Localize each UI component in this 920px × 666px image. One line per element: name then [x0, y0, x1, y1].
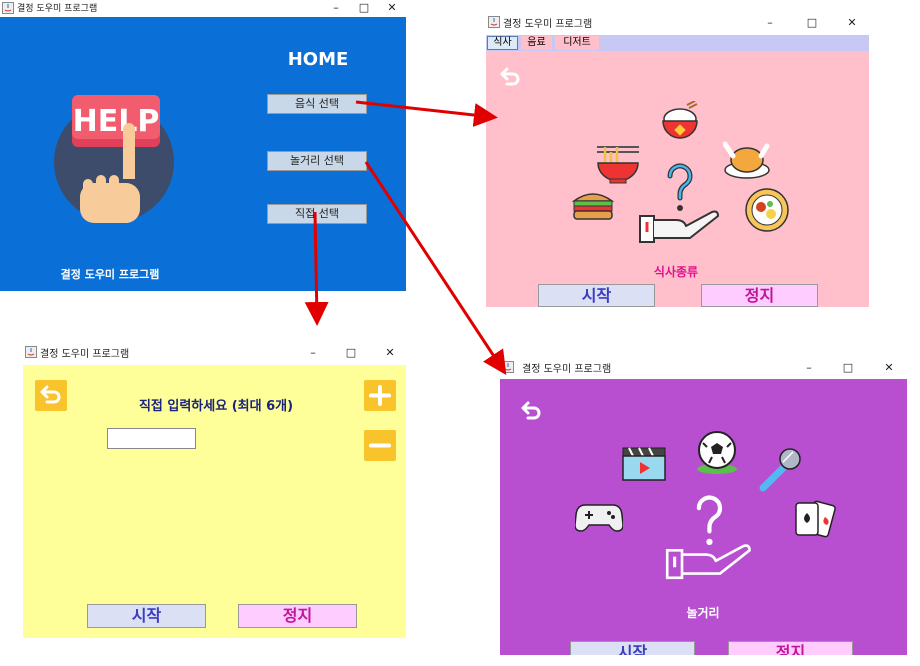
maximize-button[interactable]: □	[834, 360, 862, 377]
custom-window: 결정 도우미 프로그램 – □ ✕ 직접 입력하세요 (최대 6개) 시작 정지	[23, 342, 406, 638]
play-result-label: 놀거리	[686, 606, 720, 620]
window-title: 결정 도우미 프로그램	[503, 19, 593, 30]
sandwich-icon	[571, 193, 615, 220]
home-footer-label: 결정 도우미 프로그램	[60, 268, 160, 281]
maximize-button[interactable]: □	[337, 345, 365, 362]
custom-prompt: 직접 입력하세요 (최대 6개)	[138, 399, 294, 414]
roast-chicken-icon	[723, 141, 770, 179]
noodle-bowl-icon	[597, 146, 639, 184]
minimize-button[interactable]: –	[299, 345, 327, 362]
custom-titlebar: 결정 도우미 프로그램 – □ ✕	[23, 342, 406, 365]
game-controller-icon	[575, 504, 623, 532]
food-start-button[interactable]: 시작	[538, 284, 655, 307]
maximize-button[interactable]: □	[798, 15, 826, 32]
food-result-label: 식사종류	[653, 265, 699, 279]
food-panel: 식사종류 시작 정지	[486, 51, 869, 307]
soccer-ball-icon	[697, 431, 737, 474]
java-app-icon	[25, 346, 37, 358]
custom-item-input[interactable]	[107, 428, 196, 449]
playing-cards-icon	[795, 500, 836, 538]
question-hand-icon	[639, 163, 719, 243]
tab-meal[interactable]: 식사	[487, 36, 518, 50]
java-app-icon	[2, 2, 14, 14]
tab-drink[interactable]: 음료	[521, 36, 552, 50]
play-stop-button[interactable]: 정지	[728, 641, 853, 655]
food-select-button[interactable]: 음식 선택	[267, 94, 367, 114]
custom-start-button[interactable]: 시작	[87, 604, 206, 628]
home-panel: HELP HOME 음식 선택 놀거리 선택 직접 선택 결정 도우미 프로그램	[0, 17, 406, 291]
custom-select-button[interactable]: 직접 선택	[267, 204, 367, 224]
play-titlebar: 결정 도우미 프로그램 – □ ✕	[500, 357, 907, 379]
food-tab-bar: 식사 음료 디저트	[486, 35, 869, 51]
video-clapper-icon	[622, 447, 666, 481]
play-select-button[interactable]: 놀거리 선택	[267, 151, 367, 171]
play-panel: 놀거리 시작 정지	[500, 379, 907, 655]
java-app-icon	[488, 16, 500, 28]
help-sign-text: HELP	[73, 104, 160, 139]
close-button[interactable]: ✕	[378, 0, 406, 17]
rice-bowl-icon	[662, 101, 698, 139]
back-arrow-icon[interactable]	[35, 380, 67, 411]
back-arrow-icon[interactable]	[499, 66, 521, 86]
close-button[interactable]: ✕	[376, 345, 404, 362]
play-window: 결정 도우미 프로그램 – □ ✕ 놀거리 시작 정지	[500, 357, 907, 655]
microphone-icon	[759, 448, 801, 492]
minimize-button[interactable]: –	[322, 0, 350, 17]
question-hand-icon	[665, 495, 751, 580]
window-title: 결정 도우미 프로그램	[40, 349, 130, 360]
custom-panel: 직접 입력하세요 (최대 6개) 시작 정지	[23, 365, 406, 638]
home-titlebar: 결정 도우미 프로그램 – □ ✕	[0, 0, 406, 17]
play-start-button[interactable]: 시작	[570, 641, 695, 655]
custom-stop-button[interactable]: 정지	[238, 604, 357, 628]
close-button[interactable]: ✕	[875, 360, 903, 377]
minimize-button[interactable]: –	[795, 360, 823, 377]
close-button[interactable]: ✕	[838, 15, 866, 32]
food-stop-button[interactable]: 정지	[701, 284, 818, 307]
java-app-icon	[502, 361, 514, 373]
tab-dessert[interactable]: 디저트	[555, 36, 599, 50]
minus-icon[interactable]	[364, 430, 396, 461]
food-window: 결정 도우미 프로그램 – □ ✕ 식사 음료 디저트 식사종류 시작 정지	[486, 12, 869, 307]
maximize-button[interactable]: □	[350, 0, 378, 17]
minimize-button[interactable]: –	[756, 15, 784, 32]
home-heading: HOME	[287, 49, 349, 70]
food-titlebar: 결정 도우미 프로그램 – □ ✕	[486, 12, 869, 34]
window-title: 결정 도우미 프로그램	[17, 4, 98, 14]
back-arrow-icon[interactable]	[520, 400, 542, 420]
plus-icon[interactable]	[364, 380, 396, 411]
window-title: 결정 도우미 프로그램	[522, 364, 612, 375]
help-hand-icon: HELP	[54, 95, 174, 223]
plate-dish-icon	[745, 188, 789, 232]
home-window: 결정 도우미 프로그램 – □ ✕ HELP HOME 음식 선택 놀거리 선택…	[0, 0, 406, 291]
